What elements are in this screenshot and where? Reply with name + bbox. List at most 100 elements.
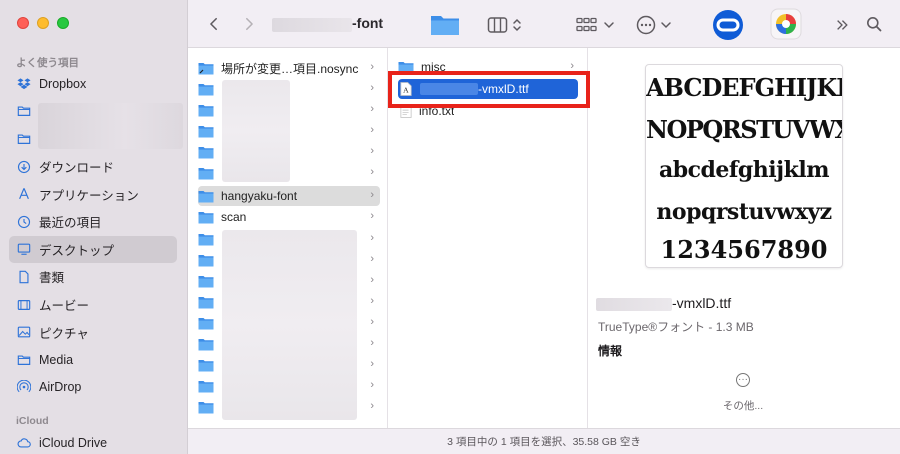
dropbox-icon [17,77,31,91]
chevron-right-icon: › [370,337,374,349]
document-icon [17,270,31,284]
chevron-right-icon: › [370,189,374,201]
list-item-scan[interactable]: scan › [198,207,380,227]
finder-window: よく使う項目 Dropbox ダウンロード アプリケーション 最近の項目 デスク… [0,0,900,454]
search-button[interactable] [864,14,884,34]
folder-icon [198,190,214,202]
preview-more-button[interactable]: その他... [688,398,798,413]
folder-icon [198,167,214,179]
preview-lowercase-1: abcdefghijklm [659,157,829,183]
sidebar-item-movies[interactable]: ムービー [9,291,177,319]
zoom-button[interactable] [57,17,69,29]
action-button[interactable] [635,14,675,36]
download-icon [17,160,31,174]
sidebar: よく使う項目 Dropbox ダウンロード アプリケーション 最近の項目 デスク… [0,0,188,454]
folder-icon [198,83,214,95]
redacted-items-bottom [222,230,357,420]
font-preview: ABCDEFGHIJKLM NOPQRSTUVWXYZ abcdefghijkl… [645,64,843,268]
sidebar-item-icloud-drive[interactable]: iCloud Drive [9,429,177,454]
sidebar-item-label: iCloud Drive [39,435,108,450]
sidebar-item-recents[interactable]: 最近の項目 [9,208,177,236]
chevron-left-icon [210,17,217,31]
preview-numbers: 1234567890 [660,235,828,264]
sidebar-section-favorites: よく使う項目 [16,57,79,69]
sidebar-icloud-list: iCloud Drive [9,429,177,454]
chevron-right-icon: › [370,358,374,370]
sidebar-item-label: デスクトップ [39,243,115,258]
redacted-title [272,18,352,32]
chevron-right-icon: › [370,210,374,222]
sidebar-item-desktop[interactable]: デスクトップ [9,235,177,264]
status-bar: 3 項目中の 1 項目を選択、35.58 GB 空き [188,428,900,454]
folder-proxy-button[interactable] [428,11,462,39]
folder-icon [198,317,214,329]
sidebar-item-downloads[interactable]: ダウンロード [9,153,177,181]
sidebar-item-documents[interactable]: 書類 [9,263,177,291]
minimize-button[interactable] [37,17,49,29]
sidebar-item-label: AirDrop [39,380,82,395]
sidebar-item-airdrop[interactable]: AirDrop [9,374,177,402]
item-label: 場所が変更…項目.nosync [221,61,359,76]
folder-icon [17,104,31,118]
redacted-favorites [38,103,183,149]
grid-icon [576,17,614,32]
folder-icon [198,296,214,308]
redacted-items-top [222,80,290,182]
folder-alias-icon [198,62,214,74]
back-button[interactable] [205,14,223,34]
chevron-right-icon: › [370,61,374,73]
folder-icon [198,146,214,158]
chevron-right-icon: › [370,232,374,244]
preview-file-name: -vmxlD.ttf [672,295,732,311]
list-item-hangyaku-font[interactable]: hangyaku-font › [198,186,380,206]
sidebar-item-label: 書類 [39,271,65,286]
group-button[interactable] [576,15,618,35]
more-icon[interactable]: ··· [736,373,750,387]
window-title: -font [352,15,384,31]
chevron-right-icon: › [370,379,374,391]
preview-uppercase-1: ABCDEFGHIJKLM [646,73,842,102]
chevron-right-icon [246,17,253,31]
item-label: hangyaku-font [221,189,298,203]
folder-icon [198,211,214,223]
columns-view-icon [487,17,521,33]
sidebar-item-label: ダウンロード [39,161,115,176]
folder-icon [198,401,214,413]
preview-pane: ABCDEFGHIJKLM NOPQRSTUVWXYZ abcdefghijkl… [588,48,900,428]
chevron-right-icon: › [370,124,374,136]
chevron-right-icon: › [370,274,374,286]
sidebar-item-dropbox[interactable]: Dropbox [9,70,177,98]
window-controls [17,17,69,29]
applications-icon [17,187,31,201]
desktop-icon [17,242,31,256]
sidebar-item-label: アプリケーション [39,188,139,203]
chevron-double-right-icon [837,20,848,30]
preview-file-kind: TrueType®フォント - 1.3 MB [598,320,754,334]
chevron-right-icon: › [370,400,374,412]
sidebar-item-media[interactable]: Media [9,346,177,374]
folder-icon [431,16,459,35]
preview-lowercase-2: nopqrstuvwxyz [656,199,832,225]
folder-icon [17,353,31,367]
photo-icon [17,325,31,339]
list-item[interactable]: 場所が変更…項目.nosync › [198,58,380,78]
airdrop-icon [17,380,31,394]
toolbar-overflow-button[interactable] [834,15,850,35]
chevron-right-icon: › [370,103,374,115]
close-button[interactable] [17,17,29,29]
app-logo-icon [713,10,743,40]
forward-button[interactable] [240,14,258,34]
app-extension-button[interactable] [712,9,744,41]
chevron-right-icon: › [370,316,374,328]
sidebar-item-applications[interactable]: アプリケーション [9,180,177,208]
sidebar-item-pictures[interactable]: ピクチャ [9,318,177,346]
column-browser: 場所が変更…項目.nosync › › › › › › hangyaku-fon… [188,48,900,428]
color-app-button[interactable] [770,8,802,40]
folder-icon [198,359,214,371]
view-mode-button[interactable] [487,15,527,35]
clock-icon [17,215,31,229]
color-wheel-icon [770,8,802,40]
column-desktop: 場所が変更…項目.nosync › › › › › › hangyaku-fon… [188,48,388,428]
folder-icon [198,104,214,116]
folder-icon [198,275,214,287]
